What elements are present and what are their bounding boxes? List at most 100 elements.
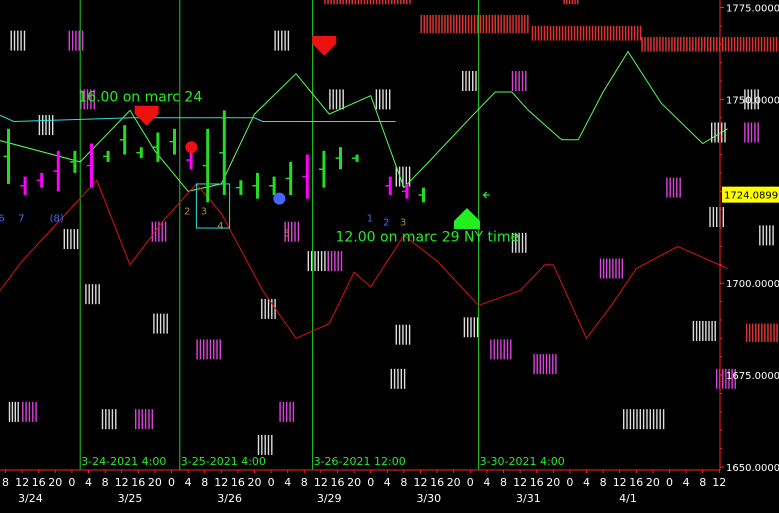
bar-stripe	[400, 368, 402, 389]
bar-number-label: 6	[0, 214, 5, 225]
bar-stripe	[539, 354, 541, 375]
bar-stripe	[330, 251, 333, 272]
red-stripe	[479, 14, 482, 34]
red-stripe	[566, 0, 568, 5]
bar-stripe	[63, 229, 65, 250]
bar-stripe	[108, 409, 110, 430]
bar-stripe	[334, 251, 336, 272]
red-stripe	[644, 36, 646, 52]
bar-stripe	[503, 339, 505, 360]
bar-stripe	[500, 339, 502, 360]
x-hour-label: 8	[500, 476, 507, 489]
bar-stripe	[14, 401, 16, 422]
red-stripe	[763, 36, 766, 52]
bar-stripe	[395, 166, 397, 187]
bar-stripe	[463, 317, 466, 338]
bar-stripe	[515, 71, 517, 91]
bar-stripe	[314, 251, 316, 272]
bar-stripe	[111, 409, 114, 430]
red-stripe	[464, 14, 467, 34]
bar-stripe	[281, 30, 283, 51]
bar-stripe	[17, 401, 19, 422]
bar-stripe	[291, 221, 293, 242]
bar-stripe	[714, 122, 716, 143]
bar-stripe	[95, 284, 97, 305]
red-stripe	[641, 36, 643, 52]
red-stripe	[671, 36, 673, 52]
bar-stripe	[633, 409, 635, 430]
x-hour-label: 12	[414, 476, 428, 489]
x-hour-label: 16	[530, 476, 544, 489]
red-stripe	[745, 36, 748, 52]
red-stripe	[639, 25, 642, 41]
bar-stripe	[42, 115, 44, 136]
bar-stripe	[294, 221, 296, 242]
red-stripe	[730, 36, 733, 52]
x-date-label: 3/24	[18, 492, 43, 505]
bar-stripe	[340, 251, 343, 272]
bar-stripe	[28, 401, 31, 422]
red-stripe	[630, 25, 633, 41]
red-stripe	[760, 36, 763, 52]
red-stripe	[372, 0, 375, 5]
red-stripe	[450, 14, 452, 34]
bar-stripe	[493, 339, 495, 360]
bar-stripe	[699, 321, 701, 341]
bar-stripe	[408, 166, 411, 187]
bar-stripe	[327, 251, 329, 272]
bar-stripe	[48, 115, 51, 136]
red-stripe	[506, 14, 508, 34]
bar-stripe	[702, 321, 704, 341]
bar-stripe	[714, 321, 716, 341]
bar-stripe	[337, 251, 339, 272]
red-stripe	[342, 0, 344, 5]
bar-stripe	[289, 401, 291, 422]
bar-stripe	[284, 30, 286, 51]
red-stripe	[470, 14, 473, 34]
bar-stripe	[609, 258, 611, 279]
bar-stripe	[158, 221, 160, 242]
red-stripe	[391, 0, 393, 5]
red-stripe	[773, 323, 775, 342]
red-stripe	[509, 14, 511, 34]
red-stripe	[518, 14, 520, 34]
red-stripe	[366, 0, 369, 5]
bar-stripe	[772, 225, 774, 246]
red-stripe	[462, 14, 464, 34]
bar-stripe	[626, 409, 628, 430]
bar-number-label: 2	[383, 217, 389, 228]
bar-stripe	[264, 434, 266, 455]
bar-stripe	[555, 354, 557, 375]
bar-stripe	[76, 229, 79, 250]
bar-stripe	[465, 71, 467, 91]
red-stripe	[606, 25, 609, 41]
bar-stripe	[91, 284, 94, 305]
red-stripe	[674, 36, 676, 52]
bar-number-label: 5	[284, 228, 290, 239]
red-stripe	[618, 25, 621, 41]
x-date-label: 3/30	[416, 492, 441, 505]
red-stripe	[378, 0, 381, 5]
x-hour-label: 0	[168, 476, 175, 489]
red-stripe	[701, 36, 703, 52]
red-stripe	[745, 323, 748, 342]
red-stripe	[491, 14, 494, 34]
x-hour-label: 20	[447, 476, 461, 489]
red-stripe	[375, 0, 378, 5]
red-stripe	[494, 14, 496, 34]
bar-stripe	[724, 122, 726, 143]
bar-stripe	[618, 258, 620, 279]
bar-stripe	[292, 401, 295, 422]
bar-stripe	[382, 89, 384, 110]
red-stripe	[591, 25, 594, 41]
red-stripe	[459, 14, 461, 34]
bar-stripe	[405, 324, 407, 345]
bar-number-label: 7	[18, 214, 24, 225]
red-stripe	[432, 14, 434, 34]
bar-stripe	[672, 177, 675, 198]
x-hour-label: 16	[231, 476, 245, 489]
bar-stripe	[717, 122, 719, 143]
red-stripe	[597, 25, 600, 41]
bar-number-label: 2	[184, 206, 190, 217]
red-stripe	[585, 25, 588, 41]
